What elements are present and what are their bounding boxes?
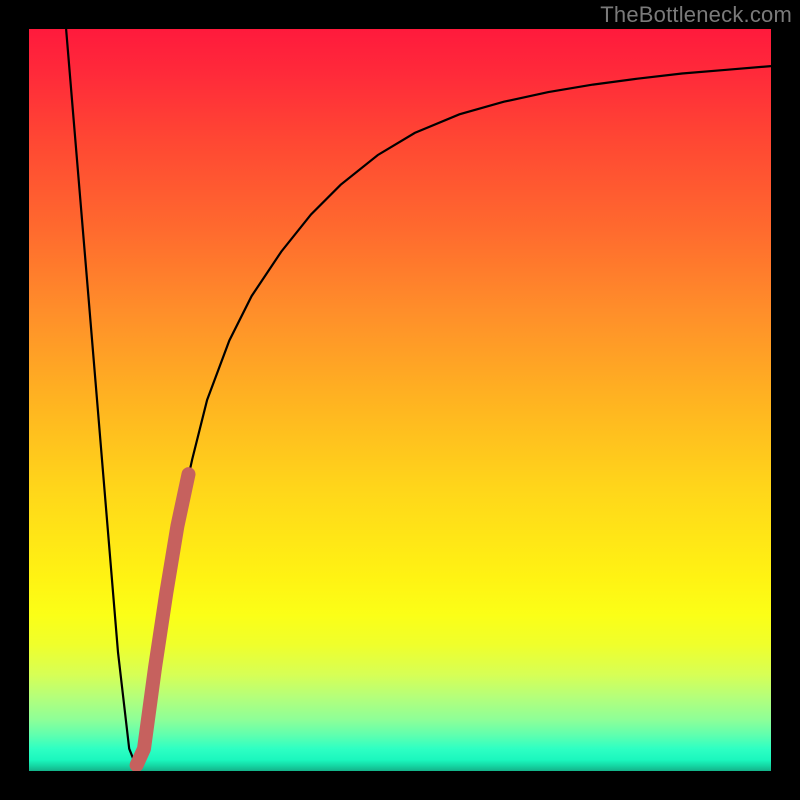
watermark-text: TheBottleneck.com	[600, 2, 792, 28]
outer-frame: TheBottleneck.com	[0, 0, 800, 800]
main-curve	[66, 29, 771, 767]
highlight-segment	[137, 474, 189, 765]
chart-svg	[29, 29, 771, 771]
plot-area	[29, 29, 771, 771]
